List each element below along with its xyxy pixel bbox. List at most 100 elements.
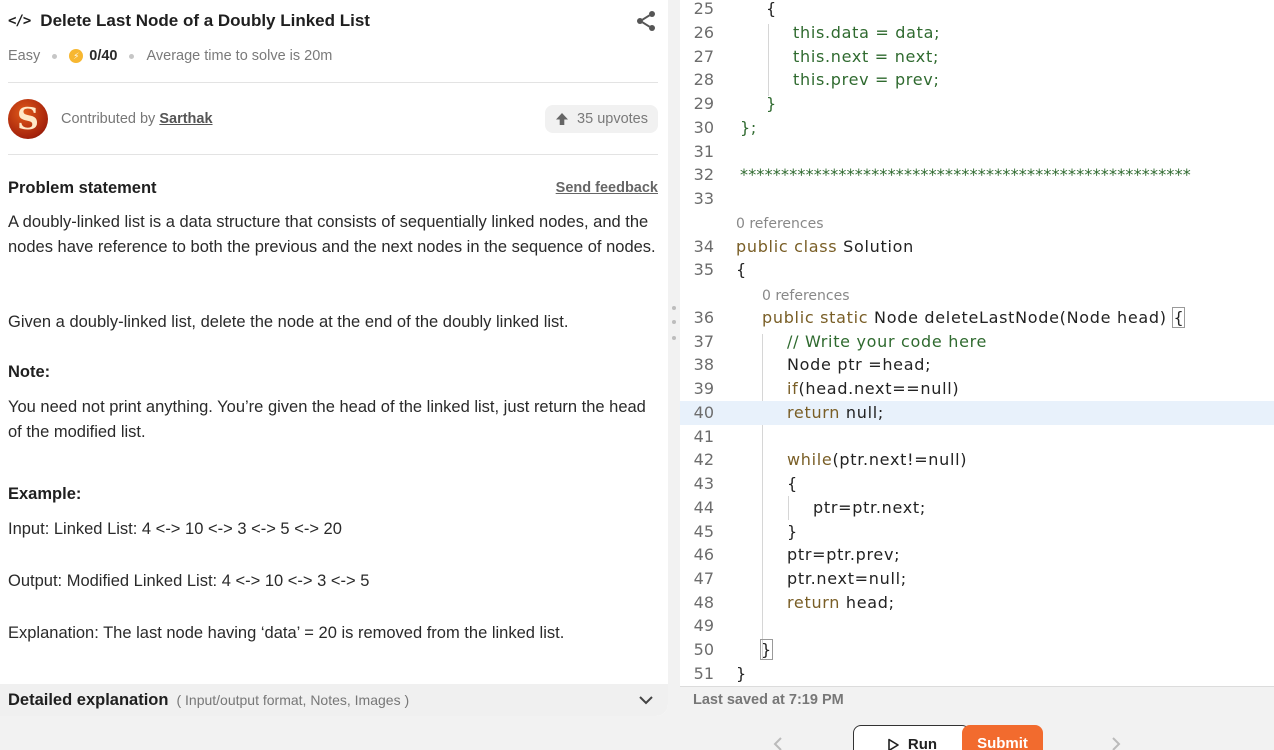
code-line: 26 this.data = data; [680, 21, 1274, 45]
code-icon: </> [8, 13, 31, 29]
line-number: 35 [693, 260, 714, 279]
run-label: Run [907, 736, 938, 750]
code-line: 34 public class Solution [680, 235, 1274, 259]
divider [8, 82, 658, 83]
code-text: } [736, 664, 747, 683]
matched-brace: { [1172, 307, 1186, 328]
code-line: 30 }; [680, 116, 1274, 140]
difficulty-label: Easy [8, 48, 41, 64]
code-text: this.next = next; [793, 47, 940, 66]
editor-divider [680, 686, 1274, 687]
code-text: Solution [837, 237, 914, 256]
example-output: Output: Modified Linked List: 4 <-> 10 <… [8, 572, 370, 590]
code-line: 46 ptr=ptr.prev; [680, 543, 1274, 567]
line-number: 51 [693, 664, 714, 683]
line-number: 47 [693, 569, 714, 588]
share-icon[interactable] [634, 9, 658, 33]
code-text: this.data = data; [793, 23, 941, 42]
line-number: 25 [693, 0, 714, 18]
line-number: 43 [693, 474, 714, 493]
code-line: 49 [680, 614, 1274, 638]
panel-resize-handle[interactable] [669, 304, 679, 344]
code-line: 51 } [680, 662, 1274, 686]
run-button[interactable]: Run [853, 725, 970, 750]
line-number: 31 [693, 142, 714, 161]
code-text: this.prev = prev; [793, 70, 940, 89]
example-explanation: Explanation: The last node having ‘data’… [8, 624, 565, 642]
code-text: } [766, 94, 777, 113]
chevron-right-icon[interactable] [1108, 736, 1124, 750]
upvote-button[interactable]: 35 upvotes [545, 105, 658, 133]
statement-paragraph: Given a doubly-linked list, delete the n… [8, 313, 569, 331]
problem-statement-header: Problem statement Send feedback [8, 176, 658, 200]
code-comment: ****************************************… [740, 165, 1191, 184]
title-row: </> Delete Last Node of a Doubly Linked … [8, 8, 658, 34]
code-line: 35 { [680, 258, 1274, 282]
contributor-link[interactable]: Sarthak [159, 111, 212, 127]
code-keyword: return [787, 403, 841, 422]
code-line-current: 40 return null; [680, 401, 1274, 425]
upvote-count: 35 upvotes [577, 111, 648, 127]
code-line: 42 while(ptr.next!=null) [680, 448, 1274, 472]
codelens-references[interactable]: 0 references [762, 288, 850, 304]
code-line: 32 *************************************… [680, 163, 1274, 187]
line-number: 40 [693, 403, 714, 422]
coin-icon: ⚡ [69, 49, 84, 63]
code-line: 44 ptr=ptr.next; [680, 496, 1274, 520]
code-comment: // Write your code here [787, 332, 988, 351]
code-editor[interactable]: 25 { 26 this.data = data; 27 this.next =… [680, 0, 1274, 686]
problem-statement-title: Problem statement [8, 178, 157, 197]
submit-button[interactable]: Submit [962, 725, 1043, 750]
statement-paragraph: A doubly-linked list is a data structure… [8, 213, 656, 256]
code-line: 25 { [680, 0, 1274, 21]
contributed-by-label: Contributed by [61, 111, 156, 127]
code-text: (head.next==null) [798, 379, 960, 398]
detailed-explanation-subtitle: ( Input/output format, Notes, Images ) [176, 692, 410, 708]
line-number: 27 [693, 47, 714, 66]
send-feedback-link[interactable]: Send feedback [556, 180, 658, 196]
code-line: 39 if(head.next==null) [680, 377, 1274, 401]
code-line: 48 return head; [680, 591, 1274, 615]
code-keyword: return [787, 593, 841, 612]
code-text: (ptr.next!=null) [832, 450, 968, 469]
code-line: 28 this.prev = prev; [680, 68, 1274, 92]
problem-meta: Easy ⚡ 0/40 Average time to solve is 20m [8, 48, 332, 64]
line-number: 36 [693, 308, 714, 327]
code-text: ptr=ptr.prev; [787, 545, 901, 564]
code-text: } [787, 522, 798, 541]
line-number: 48 [693, 593, 714, 612]
line-number: 32 [693, 165, 714, 184]
code-line: 45 } [680, 520, 1274, 544]
line-number: 49 [693, 616, 714, 635]
code-keyword: if [787, 379, 799, 398]
code-text: head; [840, 593, 895, 612]
chevron-left-icon[interactable] [770, 736, 786, 750]
line-number: 41 [693, 427, 714, 446]
matched-brace: } [760, 639, 773, 660]
example-title: Example: [8, 485, 82, 503]
code-line: 43 { [680, 472, 1274, 496]
code-line: 47 ptr.next=null; [680, 567, 1274, 591]
detailed-explanation-title: Detailed explanation [8, 690, 169, 709]
chevron-down-icon [639, 696, 653, 705]
code-line: 29 } [680, 92, 1274, 116]
code-keyword: public class [736, 237, 838, 256]
code-line: 41 [680, 425, 1274, 449]
line-number: 26 [693, 23, 714, 42]
line-number: 34 [693, 237, 714, 256]
line-number: 50 [693, 640, 714, 659]
codelens-references[interactable]: 0 references [736, 216, 824, 232]
code-line: 50 } [680, 638, 1274, 662]
app-root: </> Delete Last Node of a Doubly Linked … [0, 0, 1274, 750]
avatar[interactable]: S [8, 99, 48, 139]
divider [8, 154, 658, 155]
detailed-explanation-toggle[interactable]: Detailed explanation ( Input/output form… [0, 684, 668, 716]
code-line: 37 // Write your code here [680, 330, 1274, 354]
line-number: 42 [693, 450, 714, 469]
code-line: 36 public static Node deleteLastNode(Nod… [680, 306, 1274, 330]
code-keyword: while [787, 450, 833, 469]
last-saved-status: Last saved at 7:19 PM [693, 692, 844, 708]
code-text: null; [840, 403, 884, 422]
code-line: 27 this.next = next; [680, 45, 1274, 69]
line-number: 46 [693, 545, 714, 564]
